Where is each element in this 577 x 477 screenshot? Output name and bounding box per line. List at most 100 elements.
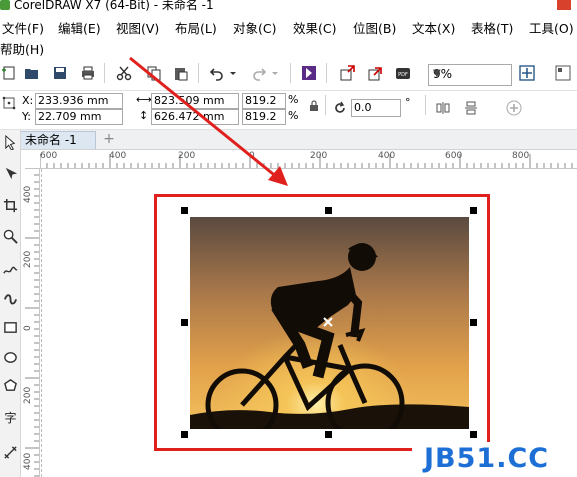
y-position-field[interactable]: 22.709 mm bbox=[35, 109, 123, 125]
save-icon[interactable] bbox=[51, 64, 69, 82]
height-icon: ↕ bbox=[139, 109, 149, 122]
undo-icon[interactable] bbox=[208, 64, 226, 82]
ruler-label: 600 bbox=[445, 151, 463, 161]
toolbox: 字 bbox=[0, 130, 21, 477]
resize-handle-top-right[interactable] bbox=[470, 207, 477, 214]
pdf-icon[interactable]: PDF bbox=[394, 64, 412, 82]
chevron-down-icon: ▼ bbox=[433, 68, 441, 79]
scale-x-unit: % bbox=[288, 93, 299, 106]
mirror-horizontal-icon[interactable] bbox=[434, 99, 452, 117]
menu-bitmaps[interactable]: 位图(B) bbox=[353, 18, 396, 37]
artistic-media-icon[interactable] bbox=[1, 288, 19, 306]
resize-handle-top[interactable] bbox=[325, 207, 332, 214]
toolbar-separator bbox=[325, 95, 326, 115]
toolbar-separator bbox=[326, 63, 327, 83]
redo-icon[interactable] bbox=[250, 64, 268, 82]
window-control-icon[interactable] bbox=[557, 0, 571, 10]
ruler-label: 200 bbox=[23, 386, 33, 404]
import-icon[interactable] bbox=[338, 64, 356, 82]
width-icon: ⟷ bbox=[136, 93, 152, 106]
mirror-vertical-icon[interactable] bbox=[462, 99, 480, 117]
menu-view[interactable]: 视图(V) bbox=[116, 18, 159, 37]
copy-icon[interactable] bbox=[145, 64, 163, 82]
page-border bbox=[41, 169, 43, 477]
ruler-label: 200 bbox=[310, 151, 328, 161]
resize-handle-bottom-left[interactable] bbox=[181, 431, 188, 438]
menu-table[interactable]: 表格(T) bbox=[471, 18, 513, 37]
zoom-level-select[interactable]: 9% ▼ bbox=[428, 64, 512, 86]
ruler-label: 200 bbox=[23, 250, 33, 268]
vertical-ruler-ticks bbox=[25, 168, 39, 477]
crop-tool-icon[interactable] bbox=[1, 196, 19, 214]
x-label: X: bbox=[22, 94, 34, 107]
options-icon[interactable] bbox=[554, 64, 572, 82]
zoom-tool-icon[interactable] bbox=[1, 227, 19, 245]
rotate-icon bbox=[331, 99, 349, 117]
ruler-label: 400 bbox=[23, 185, 33, 203]
object-origin-icon[interactable] bbox=[0, 94, 18, 112]
toolbar-separator bbox=[425, 95, 426, 115]
scale-y-field[interactable]: 819.2 bbox=[242, 109, 286, 125]
horizontal-ruler[interactable]: 600 400 200 0 200 400 600 800 bbox=[40, 150, 577, 169]
width-field[interactable]: 823.509 mm bbox=[151, 93, 239, 109]
resize-handle-bottom[interactable] bbox=[325, 431, 332, 438]
paste-icon[interactable] bbox=[172, 64, 190, 82]
menu-text[interactable]: 文本(X) bbox=[412, 18, 455, 37]
toolbar-separator bbox=[290, 63, 291, 83]
corel-connect-icon[interactable] bbox=[300, 64, 318, 82]
menu-effects[interactable]: 效果(C) bbox=[293, 18, 336, 37]
lock-ratio-icon[interactable] bbox=[308, 100, 320, 112]
degree-unit: ° bbox=[405, 96, 411, 109]
menu-tools[interactable]: 工具(O) bbox=[529, 18, 574, 37]
undo-dropdown-icon[interactable] bbox=[228, 64, 238, 82]
polygon-tool-icon[interactable] bbox=[1, 376, 19, 394]
resize-handle-right[interactable] bbox=[470, 319, 477, 326]
center-marker-icon bbox=[323, 316, 333, 327]
resize-handle-left[interactable] bbox=[181, 319, 188, 326]
menu-layout[interactable]: 布局(L) bbox=[175, 18, 217, 37]
resize-handle-bottom-right[interactable] bbox=[470, 431, 477, 438]
ellipse-tool-icon[interactable] bbox=[1, 348, 19, 366]
resize-handle-top-left[interactable] bbox=[181, 207, 188, 214]
menu-edit[interactable]: 编辑(E) bbox=[58, 18, 101, 37]
scale-x-field[interactable]: 819.2 bbox=[242, 93, 286, 109]
new-icon[interactable] bbox=[0, 64, 18, 82]
rectangle-tool-icon[interactable] bbox=[1, 318, 19, 336]
svg-text:字: 字 bbox=[4, 410, 16, 425]
menu-file[interactable]: 文件(F) bbox=[2, 18, 44, 37]
redo-dropdown-icon[interactable] bbox=[270, 64, 280, 82]
ruler-label: 400 bbox=[23, 452, 33, 470]
rotation-field[interactable]: 0.0 bbox=[351, 99, 401, 117]
ruler-label: 600 bbox=[40, 151, 58, 161]
tab-document[interactable]: 未命名 -1 bbox=[20, 131, 96, 149]
document-tab-bar: 未命名 -1 + bbox=[0, 130, 577, 150]
open-icon[interactable] bbox=[23, 64, 41, 82]
freehand-tool-icon[interactable] bbox=[1, 260, 19, 278]
menu-object[interactable]: 对象(C) bbox=[233, 18, 276, 37]
svg-text:PDF: PDF bbox=[398, 72, 408, 78]
y-label: Y: bbox=[22, 110, 31, 123]
zoom-fit-icon[interactable] bbox=[518, 64, 536, 82]
pick-tool-icon[interactable] bbox=[1, 133, 19, 151]
export-icon[interactable] bbox=[366, 64, 384, 82]
parallel-dimension-icon[interactable] bbox=[1, 443, 19, 461]
ruler-label: 800 bbox=[512, 151, 530, 161]
text-tool-icon[interactable]: 字 bbox=[1, 408, 19, 426]
standard-toolbar: PDF 9% ▼ bbox=[0, 56, 577, 91]
window-title: CorelDRAW X7 (64-Bit) - 未命名 -1 bbox=[14, 0, 214, 12]
cut-icon[interactable] bbox=[115, 64, 133, 82]
x-position-field[interactable]: 233.936 mm bbox=[35, 93, 123, 109]
add-tab-button[interactable]: + bbox=[101, 131, 117, 147]
menu-bar: 文件(F) 编辑(E) 视图(V) 布局(L) 对象(C) 效果(C) 位图(B… bbox=[0, 15, 577, 57]
toolbar-separator bbox=[198, 63, 199, 83]
print-icon[interactable] bbox=[79, 64, 97, 82]
vertical-ruler[interactable]: 400 200 0 200 400 bbox=[21, 168, 40, 477]
add-icon[interactable] bbox=[505, 99, 523, 117]
height-field[interactable]: 626.472 mm bbox=[151, 109, 239, 125]
shape-tool-icon[interactable] bbox=[1, 164, 19, 182]
watermark-text: JB51.CC bbox=[424, 443, 550, 474]
property-bar: X: 233.936 mm Y: 22.709 mm ⟷ 823.509 mm … bbox=[0, 91, 577, 130]
ruler-label: 400 bbox=[378, 151, 396, 161]
ruler-origin[interactable] bbox=[21, 150, 41, 169]
ruler-label: 0 bbox=[249, 151, 255, 161]
